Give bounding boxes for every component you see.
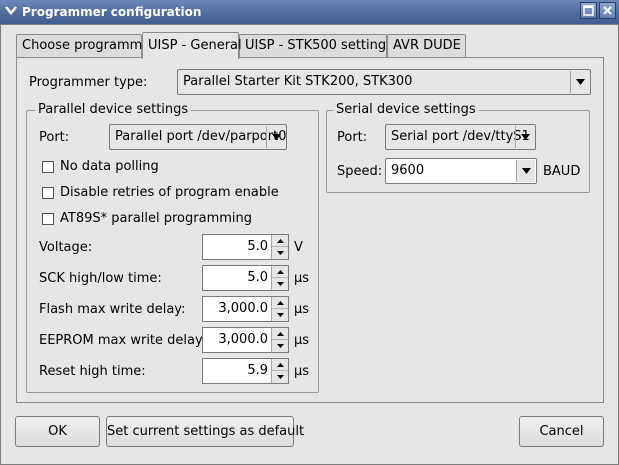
reset-time-label: Reset high time: bbox=[39, 364, 146, 379]
ok-button-label: OK bbox=[48, 424, 67, 439]
tab-label: AVR DUDE bbox=[393, 38, 461, 53]
flash-delay-spinbox[interactable]: 3,000.0 bbox=[202, 296, 289, 322]
eeprom-delay-value: 3,000.0 bbox=[218, 332, 268, 347]
tab-label: UISP - STK500 settings bbox=[245, 38, 393, 53]
flash-delay-unit: µs bbox=[294, 302, 310, 317]
parallel-device-legend: Parallel device settings bbox=[35, 102, 192, 117]
sck-time-label: SCK high/low time: bbox=[39, 271, 162, 286]
tab-choose-programmer[interactable]: Choose programmer bbox=[16, 34, 156, 58]
spin-up-button[interactable] bbox=[272, 297, 288, 309]
cancel-button-label: Cancel bbox=[539, 424, 584, 439]
eeprom-delay-unit: µs bbox=[294, 333, 310, 348]
speed-value: 9600 bbox=[391, 163, 425, 178]
serial-device-legend: Serial device settings bbox=[333, 102, 479, 117]
parallel-port-label: Port: bbox=[39, 130, 70, 145]
chevron-down-icon bbox=[271, 134, 281, 140]
arrow-down-icon bbox=[276, 251, 284, 255]
serial-port-label: Port: bbox=[337, 130, 368, 145]
arrow-down-icon bbox=[276, 313, 284, 317]
spin-up-button[interactable] bbox=[272, 359, 288, 371]
close-icon bbox=[603, 6, 612, 15]
tab-uisp-general[interactable]: UISP - General bbox=[142, 32, 242, 59]
spin-down-button[interactable] bbox=[272, 371, 288, 383]
chevron-down-icon bbox=[575, 79, 585, 85]
ok-button[interactable]: OK bbox=[15, 416, 100, 447]
tab-avr-dude[interactable]: AVR DUDE bbox=[387, 34, 466, 58]
no-data-polling-checkbox[interactable] bbox=[42, 161, 54, 173]
chevron-down-icon bbox=[521, 168, 531, 174]
chevron-down-icon[interactable] bbox=[4, 3, 18, 17]
arrow-up-icon bbox=[276, 362, 284, 367]
flash-delay-value: 3,000.0 bbox=[218, 301, 268, 316]
arrow-down-icon bbox=[276, 375, 284, 379]
parallel-port-value: Parallel port /dev/parport0 bbox=[115, 129, 287, 144]
disable-retries-checkbox[interactable] bbox=[42, 187, 54, 199]
flash-delay-label: Flash max write delay: bbox=[39, 302, 186, 317]
speed-combo[interactable]: 9600 bbox=[385, 158, 537, 184]
disable-retries-label[interactable]: Disable retries of program enable bbox=[60, 185, 279, 200]
voltage-spinbox[interactable]: 5.0 bbox=[202, 234, 289, 260]
arrow-up-icon bbox=[276, 238, 284, 243]
sck-time-unit: µs bbox=[294, 271, 310, 286]
programmer-type-value: Parallel Starter Kit STK200, STK300 bbox=[183, 74, 413, 89]
reset-time-value: 5.9 bbox=[247, 363, 268, 378]
window-title: Programmer configuration bbox=[22, 5, 202, 19]
sck-time-value: 5.0 bbox=[247, 270, 268, 285]
spin-down-button[interactable] bbox=[272, 247, 288, 259]
no-data-polling-label[interactable]: No data polling bbox=[60, 159, 159, 174]
reset-time-spinbox[interactable]: 5.9 bbox=[202, 358, 289, 384]
spin-down-button[interactable] bbox=[272, 278, 288, 290]
close-button[interactable] bbox=[599, 2, 616, 19]
arrow-up-icon bbox=[276, 331, 284, 336]
programmer-type-label: Programmer type: bbox=[29, 75, 148, 90]
voltage-label: Voltage: bbox=[39, 240, 93, 255]
minimize-button[interactable] bbox=[580, 2, 597, 19]
title-bar: Programmer configuration bbox=[0, 0, 619, 24]
programmer-type-select[interactable]: Parallel Starter Kit STK200, STK300 bbox=[177, 69, 591, 95]
at89s-parallel-label[interactable]: AT89S* parallel programming bbox=[60, 211, 252, 226]
tab-label: Choose programmer bbox=[22, 38, 156, 53]
eeprom-delay-spinbox[interactable]: 3,000.0 bbox=[202, 327, 289, 353]
voltage-value: 5.0 bbox=[247, 239, 268, 254]
at89s-parallel-checkbox[interactable] bbox=[42, 213, 54, 225]
chevron-down-icon bbox=[520, 134, 530, 140]
voltage-unit: V bbox=[294, 240, 303, 255]
spin-up-button[interactable] bbox=[272, 328, 288, 340]
spin-up-button[interactable] bbox=[272, 235, 288, 247]
cancel-button[interactable]: Cancel bbox=[519, 416, 604, 447]
tab-label: UISP - General bbox=[148, 38, 242, 53]
set-default-button-label: Set current settings as default bbox=[107, 424, 305, 439]
spin-up-button[interactable] bbox=[272, 266, 288, 278]
sck-time-spinbox[interactable]: 5.0 bbox=[202, 265, 289, 291]
reset-time-unit: µs bbox=[294, 364, 310, 379]
serial-port-value: Serial port /dev/ttyS1 bbox=[391, 129, 530, 144]
speed-unit: BAUD bbox=[543, 164, 581, 179]
arrow-up-icon bbox=[276, 300, 284, 305]
arrow-down-icon bbox=[276, 344, 284, 348]
spin-down-button[interactable] bbox=[272, 340, 288, 352]
serial-port-select[interactable]: Serial port /dev/ttyS1 bbox=[385, 124, 536, 150]
spin-down-button[interactable] bbox=[272, 309, 288, 321]
arrow-down-icon bbox=[276, 282, 284, 286]
arrow-up-icon bbox=[276, 269, 284, 274]
speed-label: Speed: bbox=[337, 164, 383, 179]
parallel-port-select[interactable]: Parallel port /dev/parport0 bbox=[109, 124, 287, 150]
tab-uisp-stk500-settings[interactable]: UISP - STK500 settings bbox=[239, 34, 393, 58]
eeprom-delay-label: EEPROM max write delay: bbox=[39, 333, 207, 348]
set-default-button[interactable]: Set current settings as default bbox=[106, 416, 304, 447]
minimize-icon bbox=[583, 5, 594, 16]
